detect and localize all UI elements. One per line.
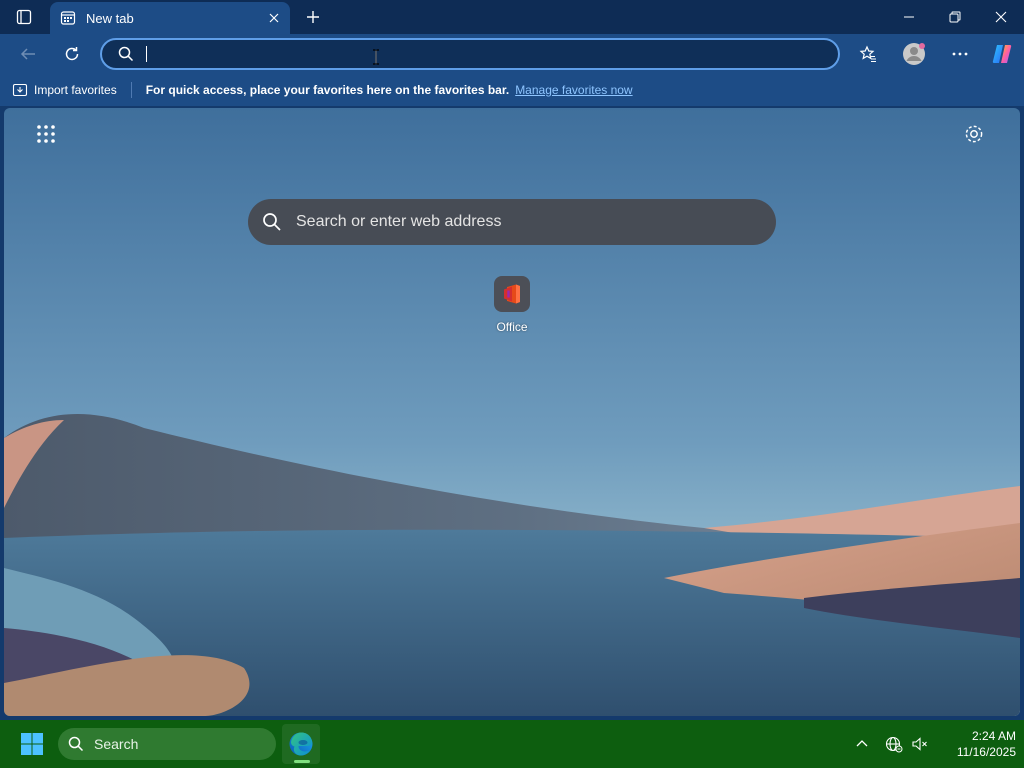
refresh-button[interactable] xyxy=(56,38,88,70)
favorites-button[interactable] xyxy=(852,38,884,70)
globe-network-icon xyxy=(885,736,903,753)
import-favorites-label: Import favorites xyxy=(34,83,117,97)
clock-time: 2:24 AM xyxy=(971,729,1016,743)
profile-button[interactable] xyxy=(898,38,930,70)
back-arrow-icon xyxy=(20,48,35,60)
quick-link-office[interactable]: Office xyxy=(482,276,542,340)
tab-new-tab[interactable]: New tab xyxy=(50,2,290,34)
settings-and-more-button[interactable] xyxy=(944,38,976,70)
close-icon xyxy=(995,11,1007,23)
page-settings-button[interactable] xyxy=(960,120,988,148)
new-tab-page: Office xyxy=(4,108,1020,716)
tab-title: New tab xyxy=(86,10,134,26)
chevron-up-icon xyxy=(856,740,868,747)
edge-browser-icon xyxy=(289,732,313,756)
gear-icon xyxy=(965,125,983,143)
import-icon xyxy=(12,83,28,97)
windows-logo-icon xyxy=(21,733,43,755)
new-tab-page-icon xyxy=(60,10,76,26)
copilot-icon xyxy=(992,45,1012,63)
tab-actions-button[interactable] xyxy=(10,6,38,28)
close-window-button[interactable] xyxy=(978,0,1024,34)
minimize-button[interactable] xyxy=(886,0,932,34)
favorites-bar-message: For quick access, place your favorites h… xyxy=(145,83,510,97)
plus-icon xyxy=(307,11,319,23)
tab-actions-icon xyxy=(16,9,32,25)
quick-link-label: Office xyxy=(496,320,528,334)
address-input[interactable] xyxy=(159,46,838,62)
restore-button[interactable] xyxy=(932,0,978,34)
speaker-muted-icon xyxy=(912,737,927,751)
start-button[interactable] xyxy=(14,728,50,760)
close-icon xyxy=(269,13,279,23)
search-icon xyxy=(263,213,281,231)
refresh-icon xyxy=(65,47,79,61)
new-tab-button[interactable] xyxy=(300,4,326,30)
title-bar: New tab xyxy=(0,0,1024,34)
minimize-icon xyxy=(904,16,914,18)
search-icon xyxy=(118,46,134,62)
restore-icon xyxy=(949,11,961,23)
app-grid-icon xyxy=(37,125,55,143)
network-button[interactable] xyxy=(882,732,906,756)
copilot-button[interactable] xyxy=(986,38,1018,70)
web-search-box[interactable] xyxy=(248,199,776,245)
search-icon xyxy=(68,736,84,752)
show-hidden-icons-button[interactable] xyxy=(850,732,874,756)
avatar-icon xyxy=(903,43,925,65)
office-icon xyxy=(494,276,530,312)
favorites-star-icon xyxy=(859,45,876,63)
tab-close-button[interactable] xyxy=(262,6,286,30)
browser-window: New tab Import favorites For quick acces… xyxy=(0,0,1024,720)
i-beam-cursor-icon xyxy=(373,49,379,65)
taskbar-search[interactable]: Search xyxy=(58,728,276,760)
toolbar xyxy=(0,34,1024,74)
import-favorites-button[interactable]: Import favorites xyxy=(12,82,117,98)
clock-date: 11/16/2025 xyxy=(956,745,1016,759)
taskbar-search-label: Search xyxy=(94,736,139,752)
address-bar[interactable] xyxy=(100,38,840,70)
favorites-bar: Import favorites For quick access, place… xyxy=(0,74,1024,106)
text-caret xyxy=(146,46,147,62)
manage-favorites-link[interactable]: Manage favorites now xyxy=(515,83,632,97)
back-button[interactable] xyxy=(12,38,44,70)
more-dots-icon xyxy=(952,52,968,56)
system-clock[interactable]: 2:24 AM 11/16/2025 xyxy=(936,728,1016,760)
volume-button[interactable] xyxy=(908,732,932,756)
apps-launcher-button[interactable] xyxy=(32,120,60,148)
active-app-indicator xyxy=(294,760,310,763)
taskbar-edge-button[interactable] xyxy=(282,724,320,764)
web-search-input[interactable] xyxy=(296,213,776,231)
favorites-divider xyxy=(130,82,132,98)
